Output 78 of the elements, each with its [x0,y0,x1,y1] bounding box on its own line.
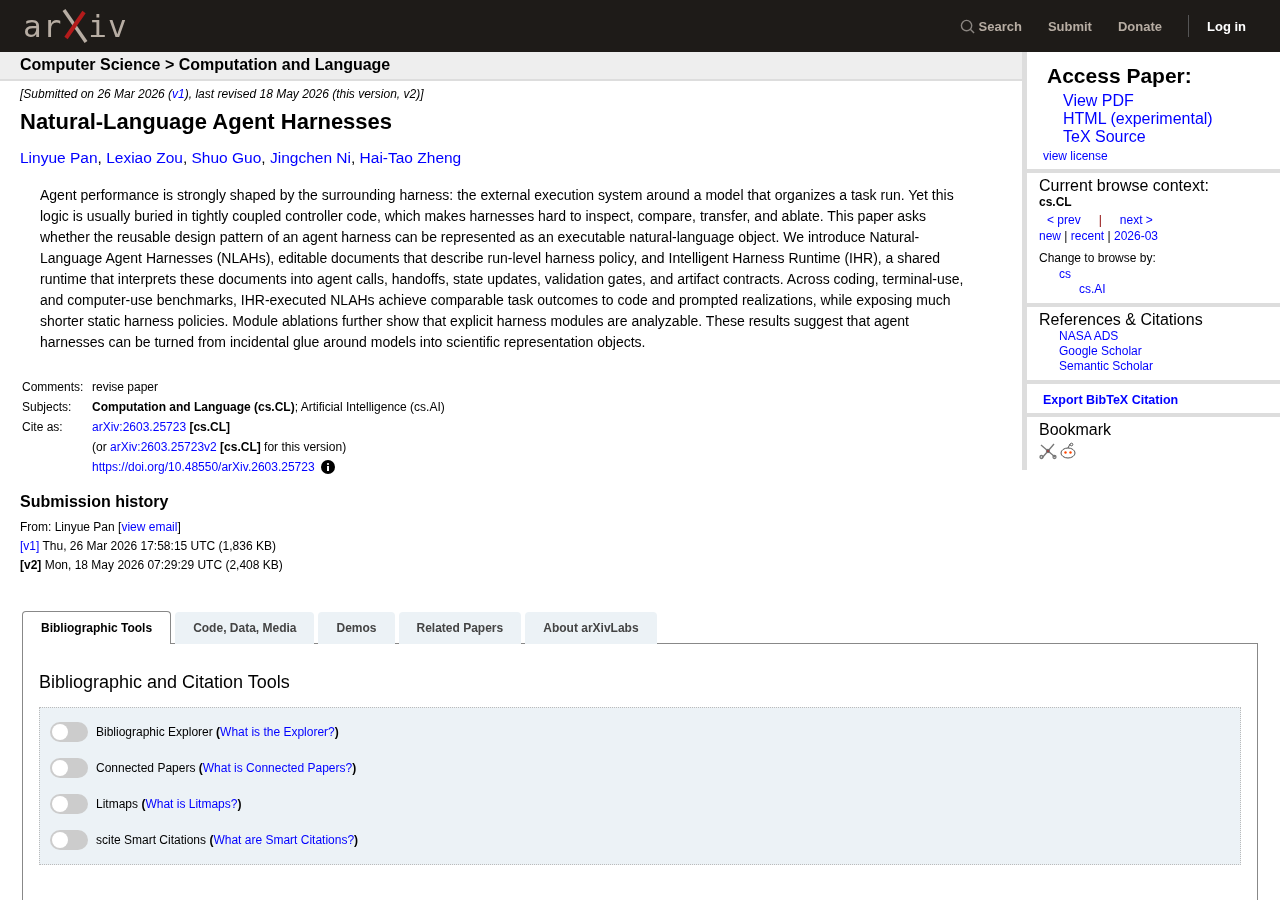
help-link[interactable]: What is Connected Papers? [202,761,353,775]
text-link[interactable]: v1 [172,87,185,101]
author-link[interactable]: Linyue Pan [20,149,98,167]
paper-title: Natural-Language Agent Harnesses [20,109,394,135]
info-icon[interactable] [320,460,335,474]
metadata-label: Comments: [22,379,85,396]
toggle-switch[interactable] [50,830,88,850]
metadata-value: arXiv:2603.25723 [cs.CL] [92,417,1002,437]
license-link[interactable]: view license [1043,149,1108,163]
text-link[interactable]: arXiv:2603.25723v2 [110,437,217,457]
search-link[interactable]: Search [959,18,1022,34]
sidebar-heading: References & Citations [1039,311,1204,329]
tool-label: Connected Papers (What is Connected Papers?) [96,761,357,775]
help-link[interactable]: What are Smart Citations? [213,833,355,847]
history-entry: From: Linyue Pan [view email] [20,518,1002,537]
text-link[interactable]: [v1] [20,537,40,556]
export-link[interactable]: Export BibTeX Citation [1043,393,1179,407]
help-link[interactable]: What is the Explorer? [220,725,335,739]
arxiv-logo[interactable]: ar iv [23,8,128,44]
access-link[interactable]: View PDF [1063,92,1280,110]
separator: , [261,149,267,167]
breadcrumb: Computer Science > Computation and Language [0,52,1022,81]
panel-heading: Bibliographic and Citation Tools [39,672,291,693]
author-link[interactable]: Jingchen Ni [269,149,351,167]
sidebar-heading: Access Paper: [1047,64,1193,88]
robot-face-icon[interactable] [1059,442,1077,460]
metadata-value: (or arXiv:2603.25723v2 [cs.CL] for this version) [92,437,1002,457]
metadata-label: Cite as: [22,419,64,436]
sidebar-heading: Current browse context: [1039,177,1210,195]
tab[interactable]: Related Papers [398,612,522,644]
toggle-switch[interactable] [50,758,88,778]
text-link[interactable]: https://doi.org/10.48550/arXiv.2603.25723 [92,457,315,477]
current-context: cs.CL [1039,195,1073,209]
browse-label: Change to browse by: [1039,251,1157,265]
reference-link[interactable]: Semantic Scholar [1059,359,1280,374]
tab[interactable]: Code, Data, Media [175,612,315,644]
text-link[interactable]: recent [1070,229,1105,243]
tool-label: Litmaps (What is Litmaps?) [96,797,242,811]
toggle-switch[interactable] [50,722,88,742]
separator: | [1098,213,1102,227]
text-link[interactable]: new [1039,229,1061,243]
separator: , [182,149,189,167]
text-link[interactable]: arXiv:2603.25723 [92,417,187,437]
reference-link[interactable]: Google Scholar [1059,344,1280,359]
category-link[interactable]: cs [1059,267,1280,282]
prev-link[interactable]: < prev [1047,213,1081,227]
login-link[interactable]: Log in [1188,15,1246,37]
submission-date: [Submitted on 26 Mar 2026 (v1), last revised 18 May 2026 (this version, v2)] [20,87,425,101]
author-link[interactable]: Lexiao Zou [106,149,183,167]
metadata-value: revise paper [92,379,160,396]
help-link[interactable]: What is Litmaps? [145,797,238,811]
nav-link[interactable]: Submit [1047,18,1092,34]
next-link[interactable]: next > [1119,213,1153,227]
access-link[interactable]: HTML (experimental) [1063,110,1280,128]
access-link[interactable]: TeX Source [1063,128,1280,146]
search-icon [959,18,975,34]
reference-link[interactable]: NASA ADS [1059,329,1280,344]
history-entry: [v1] Thu, 26 Mar 2026 17:58:15 UTC (1,836 KB) [20,537,1002,556]
section-heading: Submission history [20,493,170,511]
tool-label: scite Smart Citations (What are Smart Citations?) [96,833,359,847]
browse-links: new | recent | 2026-03 [1039,229,1159,243]
history-entry: [v2] Mon, 18 May 2026 07:29:29 UTC (2,408 KB) [20,557,284,574]
separator: , [350,149,357,167]
tool-label: Bibliographic Explorer (What is the Explorer?) [96,725,339,739]
sidebar-heading: Bookmark [1039,421,1113,439]
bookmark-share-icon[interactable] [1039,442,1057,460]
category-link[interactable]: cs.AI [1079,282,1280,297]
nav-link[interactable]: Donate [1117,18,1162,34]
metadata-label: Subjects: [22,399,73,416]
metadata-value: Computation and Language (cs.CL); Artificial Intelligence (cs.AI) [92,399,446,416]
tab[interactable]: About arXivLabs [525,612,657,644]
tab[interactable]: Demos [318,612,395,644]
toggle-switch[interactable] [50,794,88,814]
abstract: Agent performance is strongly shaped by the surrounding harness: the external execution system around a model that organizes a task run. Yet this logic is usually buried in tightly coupled controller code, which makes harnesses hard to inspect, compare, transfer, and ablate. This paper asks whether the reusable design pattern of an agent harness can be represented as an executable natural-language object. We introduce Natural-Language Agent Harnesses (NLAHs), editable documents that describe run-level harness policy, and Intelligent Harness Runtime (IHR), a shared runtime that interprets these documents into agent calls, handoffs, state updates, validation gates, and artifact contracts. Across coding, terminal-use, and computer-use benchmarks, IHR-executed NLAHs achieve comparable task outcomes to code and prompted realizations, while exposing much shorter static harness policies. Module ablations further show that explicit harness modules are analyzable. These results suggest that agent harnesses can be turned from incidental glue around models into scientific representation objects. [40,186,965,352]
tab[interactable]: Bibliographic Tools [22,611,172,644]
author-link[interactable]: Hai-Tao Zheng [359,149,462,167]
separator: , [97,149,103,167]
text-link[interactable]: 2026-03 [1113,229,1158,243]
